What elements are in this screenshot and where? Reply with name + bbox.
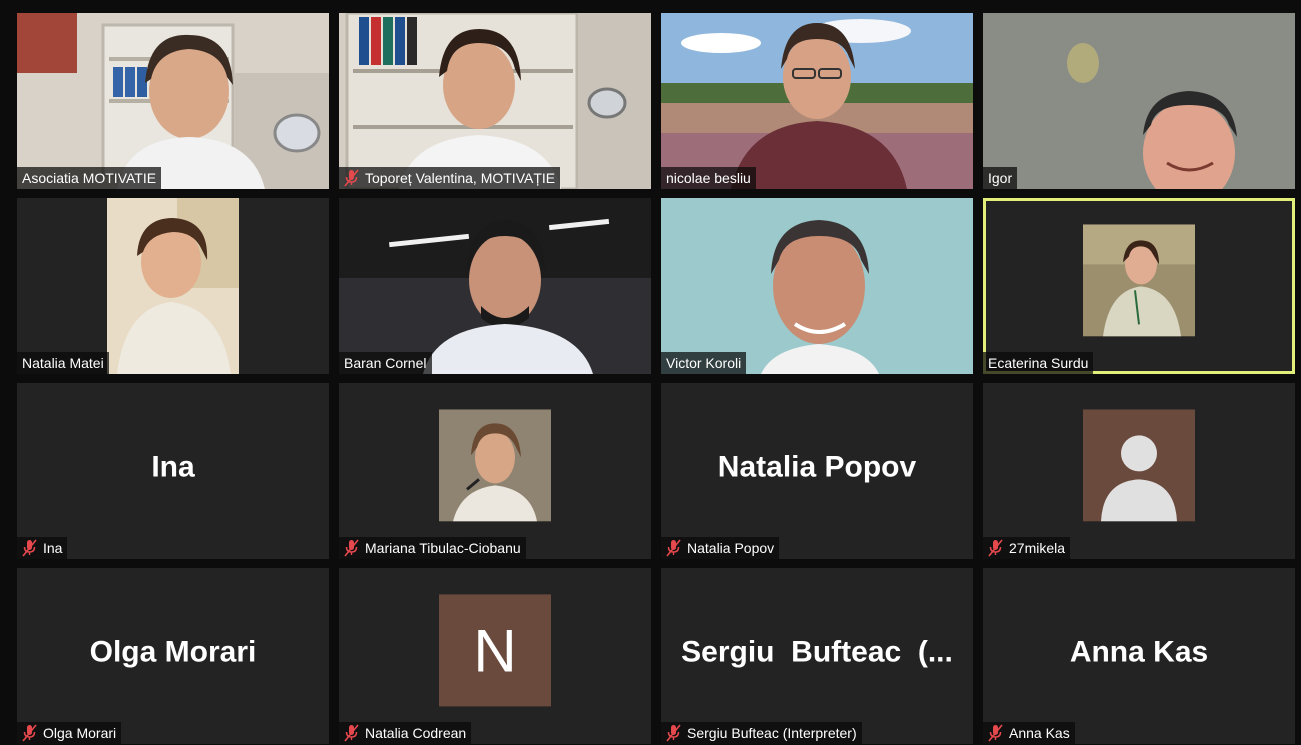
- participant-tile-active-speaker[interactable]: Ecaterina Surdu: [983, 198, 1295, 374]
- participant-tile[interactable]: Olga Morari Olga Morari: [17, 568, 329, 744]
- participant-tile[interactable]: Baran Cornel: [339, 198, 651, 374]
- participant-tile[interactable]: Natalia Popov Natalia Popov: [661, 383, 973, 559]
- participant-profile-photo: [439, 409, 551, 522]
- participant-name: Baran Cornel: [344, 355, 427, 371]
- microphone-muted-icon: [22, 724, 37, 742]
- microphone-muted-icon: [344, 169, 359, 187]
- participant-name-label: Toporeț Valentina, MOTIVAȚIE: [339, 167, 561, 189]
- participant-name-label: Natalia Codrean: [339, 722, 472, 744]
- participant-name-label: Anna Kas: [983, 722, 1075, 744]
- participant-name-label: Victor Koroli: [661, 352, 747, 374]
- participant-video: [661, 198, 973, 374]
- participant-video: [983, 13, 1295, 189]
- microphone-muted-icon: [988, 724, 1003, 742]
- participant-video: [339, 13, 651, 189]
- participant-tile[interactable]: Anna Kas Anna Kas: [983, 568, 1295, 744]
- participant-name: Anna Kas: [1009, 725, 1070, 741]
- participant-name: Mariana Tibulac-Ciobanu: [365, 540, 521, 556]
- participant-name: Igor: [988, 170, 1013, 186]
- participant-tile[interactable]: nicolae besliu: [661, 13, 973, 189]
- participant-name: Olga Morari: [43, 725, 117, 741]
- participant-name: 27mikela: [1009, 540, 1066, 556]
- participant-name-label: Baran Cornel: [339, 352, 432, 374]
- participant-display-name: Olga Morari: [89, 635, 257, 669]
- participant-name: Victor Koroli: [666, 355, 742, 371]
- participant-name-label: Asociatia MOTIVATIE: [17, 167, 162, 189]
- participant-name: Sergiu Bufteac (Interpreter): [687, 725, 857, 741]
- participant-name: Natalia Matei: [22, 355, 104, 371]
- participant-tile[interactable]: Victor Koroli: [661, 198, 973, 374]
- participant-display-name: Anna Kas: [1069, 635, 1209, 669]
- participant-name-label: Igor: [983, 167, 1018, 189]
- participant-name-label: Natalia Popov: [661, 537, 780, 559]
- microphone-muted-icon: [344, 539, 359, 557]
- participant-name: Natalia Codrean: [365, 725, 467, 741]
- microphone-muted-icon: [988, 539, 1003, 557]
- participant-name-label: Ina: [17, 537, 68, 559]
- participant-name: Toporeț Valentina, MOTIVAȚIE: [365, 170, 556, 186]
- video-grid: Asociatia MOTIVATIE Toporeț Valentina, M…: [17, 13, 1295, 744]
- participant-name-label: Mariana Tibulac-Ciobanu: [339, 537, 526, 559]
- participant-name-label: Olga Morari: [17, 722, 122, 744]
- microphone-muted-icon: [22, 539, 37, 557]
- participant-tile[interactable]: Toporeț Valentina, MOTIVAȚIE: [339, 13, 651, 189]
- participant-name: Asociatia MOTIVATIE: [22, 170, 157, 186]
- participant-tile[interactable]: Asociatia MOTIVATIE: [17, 13, 329, 189]
- participant-tile[interactable]: Igor: [983, 13, 1295, 189]
- participant-initial-avatar: N: [439, 594, 551, 707]
- participant-name-label: 27mikela: [983, 537, 1071, 559]
- participant-tile[interactable]: 27mikela: [983, 383, 1295, 559]
- participant-name-label: Natalia Matei: [17, 352, 109, 374]
- participant-display-name: Ina: [151, 450, 195, 484]
- participant-display-name: Natalia Popov: [717, 450, 917, 484]
- participant-tile[interactable]: Natalia Matei: [17, 198, 329, 374]
- default-avatar-icon: [1083, 409, 1195, 522]
- participant-tile[interactable]: Mariana Tibulac-Ciobanu: [339, 383, 651, 559]
- participant-tile[interactable]: Ina Ina: [17, 383, 329, 559]
- participant-video: [339, 198, 651, 374]
- participant-name: Ecaterina Surdu: [988, 355, 1089, 371]
- participant-name-label: Ecaterina Surdu: [983, 352, 1094, 374]
- participant-name-label: Sergiu Bufteac (Interpreter): [661, 722, 862, 744]
- participant-name-label: nicolae besliu: [661, 167, 756, 189]
- participant-name: nicolae besliu: [666, 170, 751, 186]
- participant-video: [1083, 224, 1195, 337]
- participant-tile[interactable]: N Natalia Codrean: [339, 568, 651, 744]
- microphone-muted-icon: [344, 724, 359, 742]
- microphone-muted-icon: [666, 539, 681, 557]
- participant-video: [17, 13, 329, 189]
- participant-display-name: Sergiu Bufteac (...: [681, 635, 953, 669]
- participant-video: [661, 13, 973, 189]
- participant-name: Ina: [43, 540, 63, 556]
- participant-video: [17, 198, 329, 374]
- participant-tile[interactable]: Sergiu Bufteac (... Sergiu Bufteac (Inte…: [661, 568, 973, 744]
- microphone-muted-icon: [666, 724, 681, 742]
- participant-name: Natalia Popov: [687, 540, 775, 556]
